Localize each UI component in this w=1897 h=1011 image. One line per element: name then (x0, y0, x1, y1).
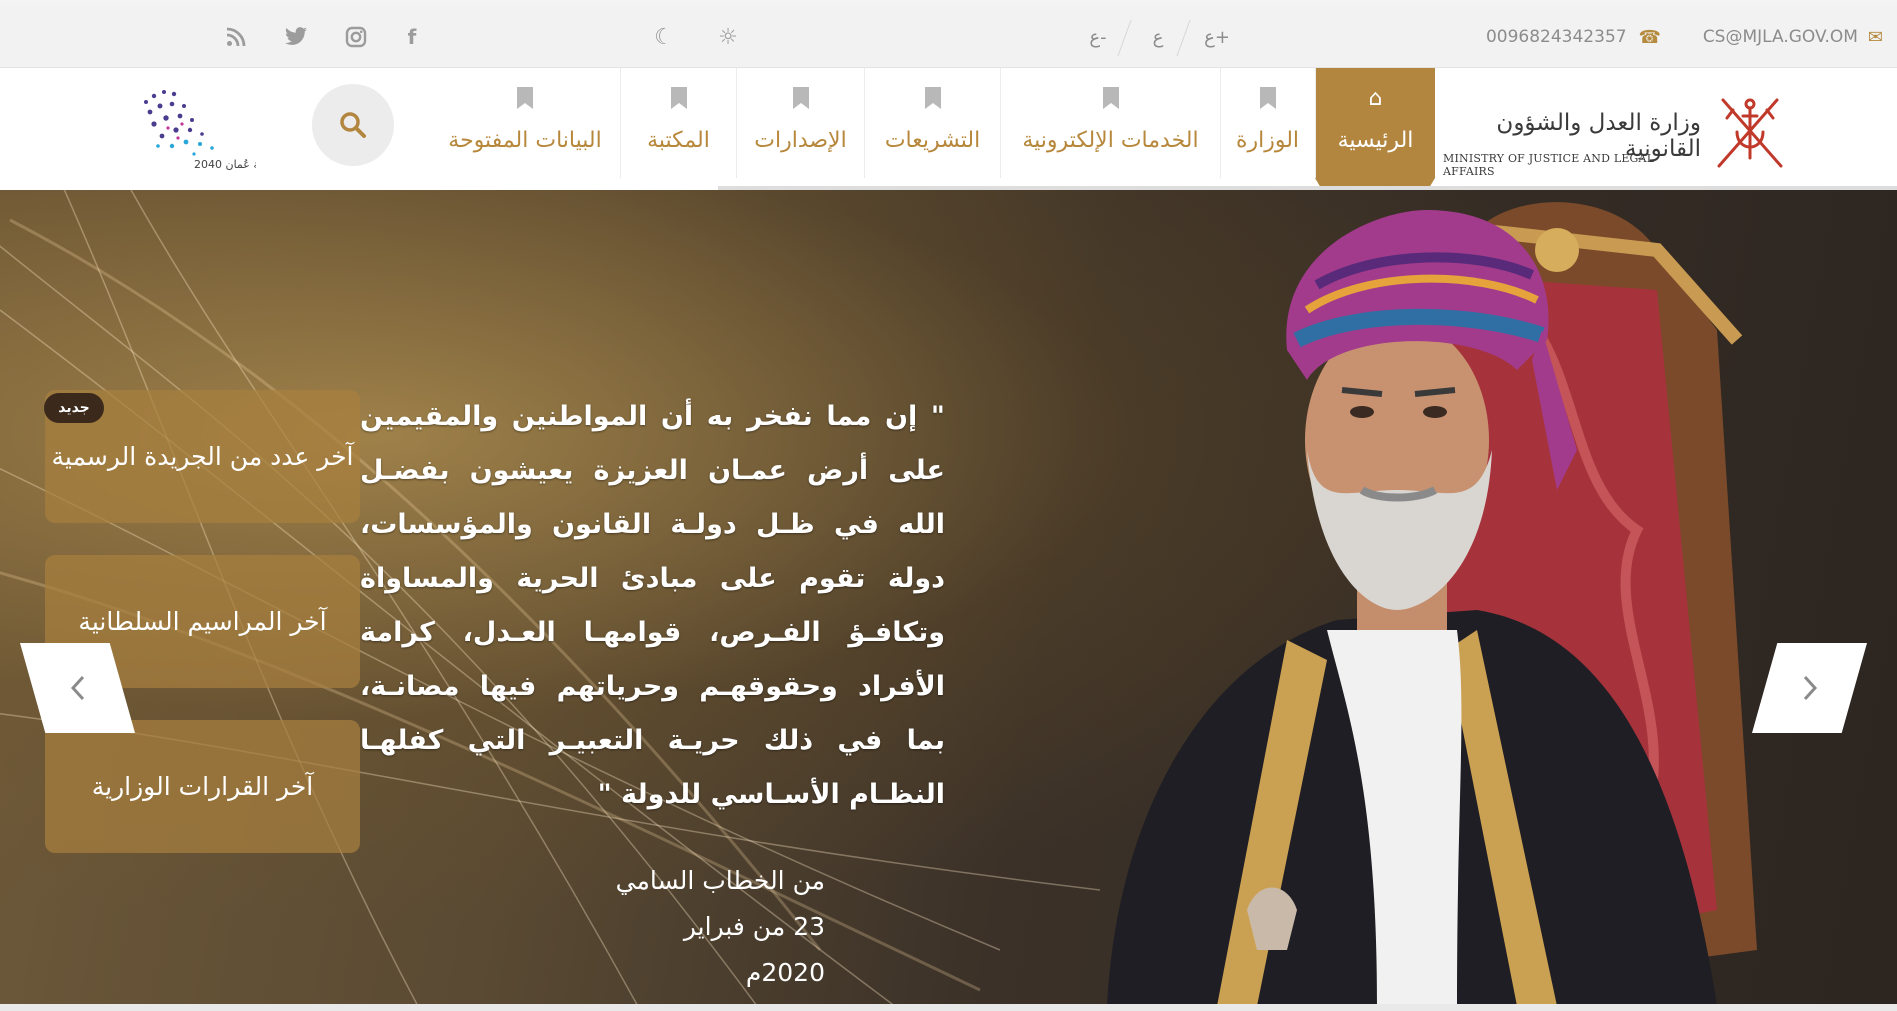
nav-library[interactable]: المكتبة (620, 68, 736, 178)
envelope-icon: ✉ (1867, 26, 1883, 48)
hero-quote: " إن مما نفخر به أن المواطنين والمقيمين … (360, 401, 945, 810)
page-bottom-edge (0, 1004, 1897, 1011)
nav-open-data-label: البيانات المفتوحة (448, 128, 602, 153)
nav-publications-label: الإصدارات (754, 128, 847, 153)
nav-legislation-label: التشريعات (884, 128, 981, 153)
twitter-icon[interactable] (278, 22, 314, 52)
font-increase-button[interactable]: ع+ (1187, 20, 1247, 54)
font-reset-button[interactable]: ع (1128, 20, 1188, 54)
bookmark-icon (924, 86, 942, 114)
card-latest-royal-decrees-label: آخر المراسيم السلطانية (78, 607, 327, 636)
top-utility-bar: CS@MJLA.GOV.OM ✉ 0096824342357 ☎ ع+ ع ع-… (0, 6, 1897, 68)
vision-2040-icon: رؤية عُمان 2040 (144, 90, 273, 171)
nav-legislation[interactable]: التشريعات (864, 68, 1000, 178)
sun-icon[interactable]: ☼ (710, 22, 746, 52)
new-badge: جديد (44, 393, 104, 423)
home-icon: ⌂ (1368, 86, 1383, 111)
sultan-portrait-image (1107, 202, 1757, 1006)
throne-emblem (1535, 228, 1579, 272)
quote-source-date: 23 من فبراير 2020م (683, 912, 825, 987)
nav-open-data[interactable]: البيانات المفتوحة (430, 68, 620, 178)
card-latest-ministerial-decisions[interactable]: آخر القرارات الوزارية (45, 720, 360, 853)
search-button[interactable] (312, 84, 394, 166)
oman-emblem-icon (1717, 98, 1783, 168)
main-header: وزارة العدل والشؤون القانونية MINISTRY O… (0, 68, 1897, 190)
nav-e-services[interactable]: الخدمات الإلكترونية (1000, 68, 1220, 178)
nav-home[interactable]: ⌂ الرئيسية (1315, 68, 1435, 178)
phone-text: 0096824342357 (1485, 27, 1627, 47)
nav-home-label: الرئيسية (1337, 128, 1414, 153)
moon-icon[interactable]: ☾ (646, 22, 682, 52)
email-text: CS@MJLA.GOV.OM (1702, 27, 1858, 47)
phone-icon: ☎ (1638, 26, 1661, 48)
bookmark-icon (792, 86, 810, 114)
card-latest-gazette-label: آخر عدد من الجريدة الرسمية (51, 442, 354, 471)
hero-slider: " إن مما نفخر به أن المواطنين والمقيمين … (0, 190, 1897, 1006)
quote-source-title: من الخطاب السامي (615, 866, 825, 895)
font-decrease-button[interactable]: ع- (1068, 20, 1128, 54)
search-icon (340, 112, 366, 138)
bookmark-icon (1102, 86, 1120, 114)
nav-ministry[interactable]: الوزارة (1220, 68, 1314, 178)
facebook-icon[interactable]: f (394, 22, 430, 52)
chevron-right-icon (1803, 675, 1817, 701)
card-latest-ministerial-decisions-label: آخر القرارات الوزارية (91, 772, 314, 801)
nav-library-label: المكتبة (647, 128, 710, 153)
oman-vision-2040-logo[interactable]: رؤية عُمان 2040 (132, 82, 273, 174)
contact-email[interactable]: CS@MJLA.GOV.OM ✉ (1703, 6, 1883, 68)
quote-source: من الخطاب السامي 23 من فبراير 2020م (615, 858, 825, 996)
contact-phone[interactable]: 0096824342357 ☎ (1486, 6, 1661, 68)
rss-icon[interactable] (218, 22, 254, 52)
logo-english-text: MINISTRY OF JUSTICE AND LEGAL AFFAIRS (1443, 152, 1655, 178)
bookmark-icon (670, 86, 688, 114)
nav-ministry-label: الوزارة (1235, 128, 1300, 153)
vision-logo-text: رؤية عُمان 2040 (194, 158, 256, 171)
bookmark-icon (516, 86, 534, 114)
nav-publications[interactable]: الإصدارات (736, 68, 864, 178)
ministry-logo[interactable]: وزارة العدل والشؤون القانونية MINISTRY O… (1443, 86, 1793, 178)
bookmark-icon (1259, 86, 1277, 114)
instagram-icon[interactable] (338, 22, 374, 52)
chevron-left-icon (70, 675, 84, 701)
nav-e-services-label: الخدمات الإلكترونية (1022, 128, 1199, 153)
